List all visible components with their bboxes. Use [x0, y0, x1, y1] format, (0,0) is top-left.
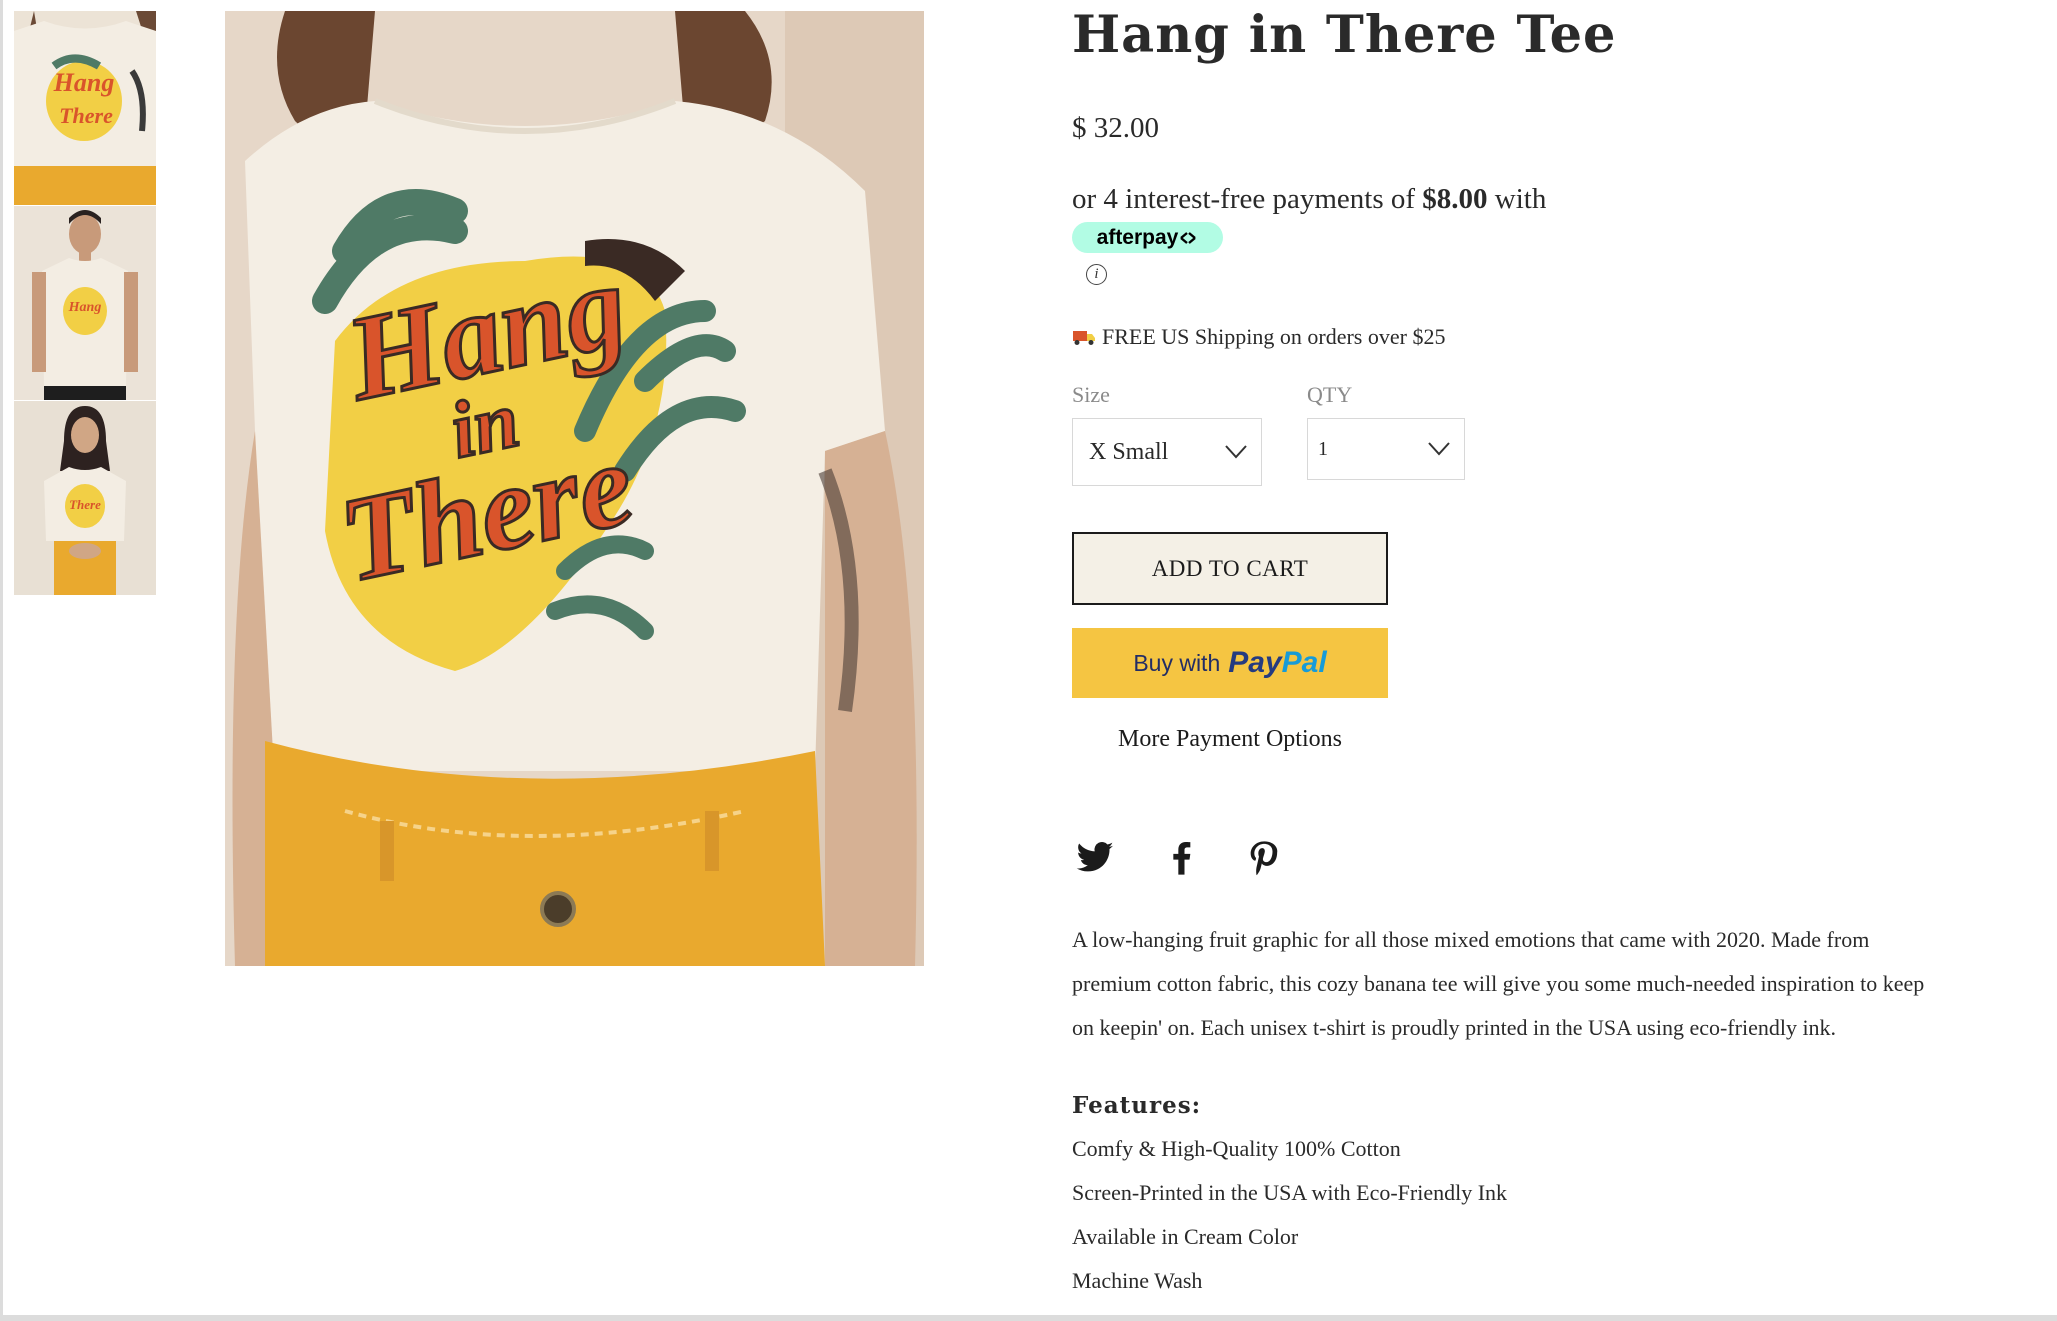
features-list: Comfy & High-Quality 100% Cotton Screen-… — [1072, 1127, 1507, 1303]
paypal-logo-pay: Pay — [1228, 646, 1282, 679]
shipping-banner: FREE US Shipping on orders over $25 — [1072, 324, 1445, 350]
shipping-text: FREE US Shipping on orders over $25 — [1102, 324, 1446, 349]
chevron-down-icon — [1428, 442, 1450, 456]
qty-label: QTY — [1307, 382, 1353, 407]
paypal-buy-label: Buy with — [1133, 649, 1221, 676]
size-label: Size — [1072, 382, 1110, 407]
qty-value: 1 — [1318, 437, 1328, 460]
thumb-graphic-text: Hang — [68, 300, 102, 315]
thumbnail-model-male[interactable]: Hang — [14, 206, 156, 400]
installments-text-after: with — [1487, 183, 1547, 215]
thumbnail-front-closeup[interactable]: Hang There — [14, 11, 156, 205]
installments-text-before: or 4 interest-free payments of — [1072, 183, 1423, 215]
thumb-graphic-text: There — [59, 103, 113, 128]
thumb-graphic-text: Hang — [53, 68, 115, 97]
pinterest-icon[interactable] — [1244, 838, 1284, 878]
add-to-cart-button[interactable]: ADD TO CART — [1072, 532, 1388, 605]
qty-select[interactable]: 1 — [1307, 418, 1465, 480]
paypal-logo-pal: Pal — [1281, 646, 1327, 679]
more-payment-options-link[interactable]: More Payment Options — [1072, 726, 1388, 753]
main-product-image[interactable]: Hang in There — [225, 11, 924, 966]
facebook-icon[interactable] — [1162, 838, 1202, 878]
paypal-logo: PayPal — [1228, 646, 1326, 680]
afterpay-logo-text: afterpay — [1096, 225, 1179, 249]
feature-item: Screen-Printed in the USA with Eco-Frien… — [1072, 1180, 1508, 1205]
feature-item: Machine Wash — [1072, 1268, 1203, 1293]
size-select[interactable]: X Small — [1072, 418, 1262, 486]
twitter-icon[interactable] — [1075, 838, 1115, 878]
paypal-button[interactable]: Buy with PayPal — [1072, 628, 1388, 698]
product-title: Hang in There Tee — [1072, 5, 1617, 65]
feature-item: Available in Cream Color — [1072, 1224, 1299, 1249]
afterpay-logo[interactable]: afterpay — [1072, 222, 1223, 253]
info-icon[interactable]: ⓘi — [1086, 264, 1107, 285]
features-heading: Features: — [1072, 1092, 1202, 1119]
size-value: X Small — [1089, 438, 1169, 465]
thumbnail-model-female[interactable]: There — [14, 401, 156, 595]
product-price: $ 32.00 — [1072, 112, 1159, 144]
installment-amount: $8.00 — [1422, 183, 1488, 215]
afterpay-installments: or 4 interest-free payments of $8.00 wit… — [1072, 183, 1546, 216]
afterpay-arrows-icon — [1180, 231, 1197, 244]
truck-icon — [1073, 331, 1095, 345]
thumb-graphic-text: There — [69, 497, 101, 512]
chevron-down-icon — [1225, 445, 1247, 459]
feature-item: Comfy & High-Quality 100% Cotton — [1072, 1136, 1401, 1161]
product-description: A low-hanging fruit graphic for all thos… — [1072, 927, 1925, 1040]
